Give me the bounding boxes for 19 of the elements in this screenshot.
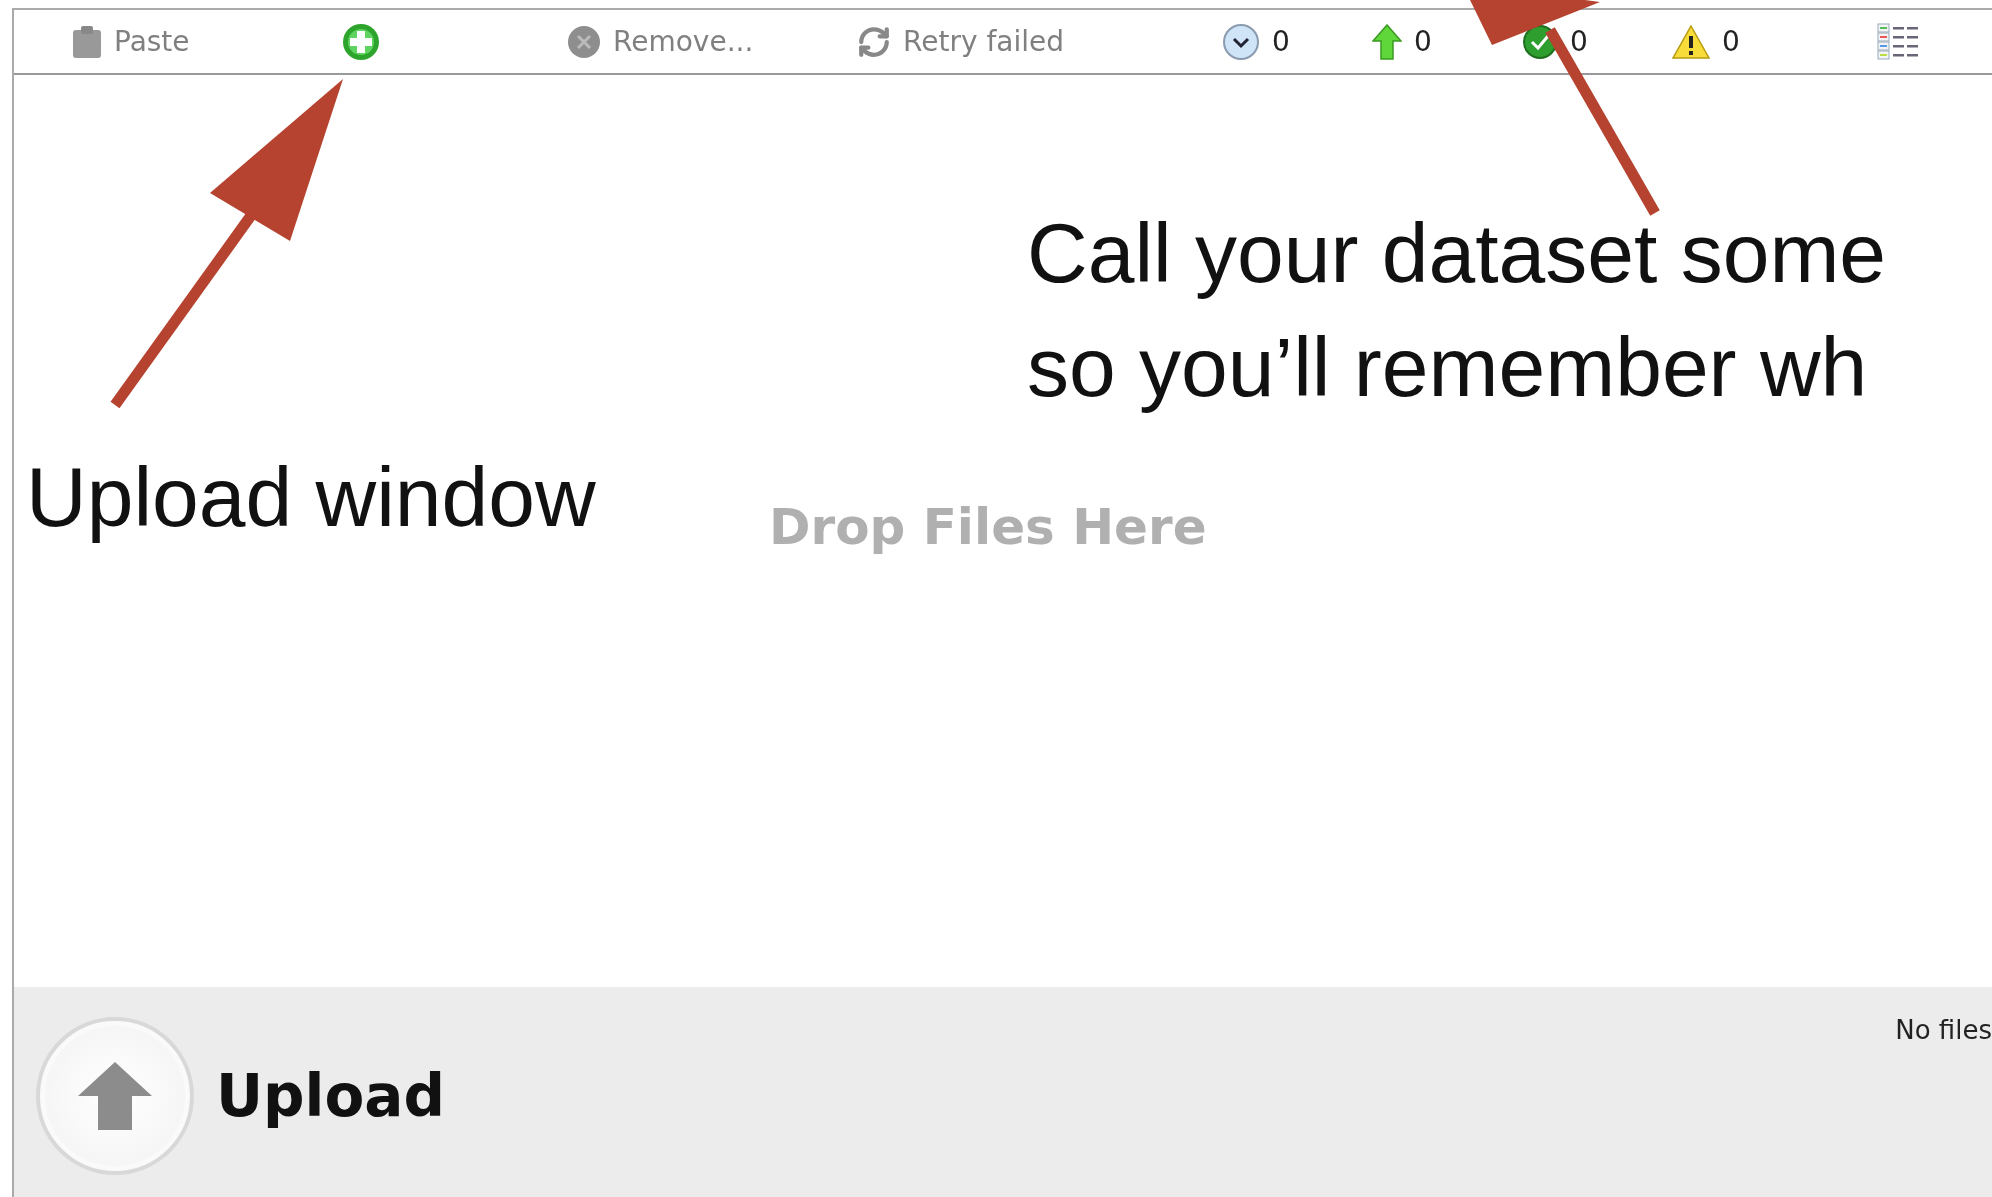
list-view-icon[interactable] <box>1877 21 1921 62</box>
remove-icon <box>567 24 601 59</box>
count-label: 0 <box>1722 25 1740 58</box>
upload-button[interactable]: Upload <box>36 1017 445 1175</box>
count-label: 0 <box>1570 25 1588 58</box>
annotation-text: Call your dataset some <box>1027 205 1887 302</box>
annotation-text: Upload window <box>26 449 596 546</box>
up-arrow-icon <box>78 1062 152 1130</box>
status-text: No files <box>1895 1015 1992 1045</box>
refresh-icon <box>857 24 891 59</box>
count-label: 0 <box>1414 25 1432 58</box>
clipboard-icon <box>72 24 102 59</box>
annotation-text: so you’ll remember wh <box>1027 319 1868 416</box>
drop-zone-label: Drop Files Here <box>769 498 1207 556</box>
add-icon <box>342 22 380 61</box>
clock-icon <box>1222 22 1260 61</box>
count-label: 0 <box>1272 25 1290 58</box>
up-arrow-icon <box>1372 23 1402 60</box>
warning-icon <box>1672 24 1710 59</box>
